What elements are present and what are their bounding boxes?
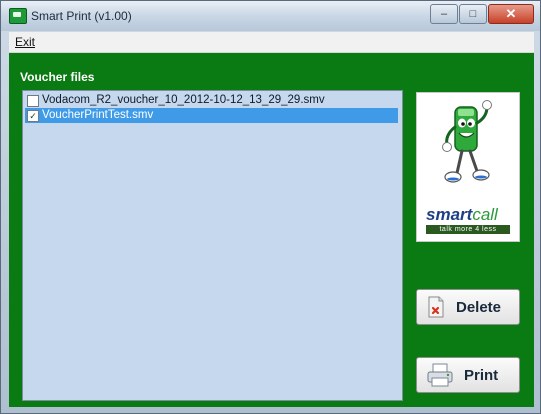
printer-icon [427, 363, 453, 387]
smartcall-logo: smartcall talk more 4 less [416, 92, 520, 242]
window-title: Smart Print (v1.00) [31, 9, 132, 23]
delete-icon [428, 296, 444, 318]
close-button[interactable]: ✕ [488, 4, 534, 24]
print-button-label: Print [464, 366, 499, 384]
menu-exit[interactable]: Exit [15, 35, 35, 49]
logo-tagline: talk more 4 less [426, 225, 510, 234]
logo-wordmark: smartcall [426, 205, 498, 224]
main-panel: Voucher files Vodacom_R2_voucher_10_2012… [9, 53, 534, 407]
voucher-file-list[interactable]: Vodacom_R2_voucher_10_2012-10-12_13_29_2… [22, 90, 403, 401]
app-icon [9, 8, 27, 24]
file-name: VoucherPrintTest.smv [42, 109, 154, 121]
voucher-files-label: Voucher files [20, 70, 95, 84]
maximize-button[interactable]: □ [459, 4, 487, 24]
list-item[interactable]: Vodacom_R2_voucher_10_2012-10-12_13_29_2… [25, 93, 398, 108]
delete-button[interactable]: Delete [416, 289, 520, 325]
item-checkbox[interactable]: ✓ [27, 110, 39, 122]
delete-button-label: Delete [456, 298, 502, 316]
list-item[interactable]: ✓ VoucherPrintTest.smv [25, 108, 398, 123]
title-bar[interactable]: Smart Print (v1.00) – □ ✕ [1, 1, 540, 31]
menu-bar: Exit [9, 32, 534, 53]
file-name: Vodacom_R2_voucher_10_2012-10-12_13_29_2… [42, 94, 325, 106]
mascot-image [442, 100, 492, 183]
print-button[interactable]: Print [416, 357, 520, 393]
window-controls: – □ ✕ [429, 4, 534, 24]
app-window: Smart Print (v1.00) – □ ✕ Exit Voucher f… [0, 0, 541, 414]
item-checkbox[interactable] [27, 95, 39, 107]
minimize-button[interactable]: – [430, 4, 458, 24]
